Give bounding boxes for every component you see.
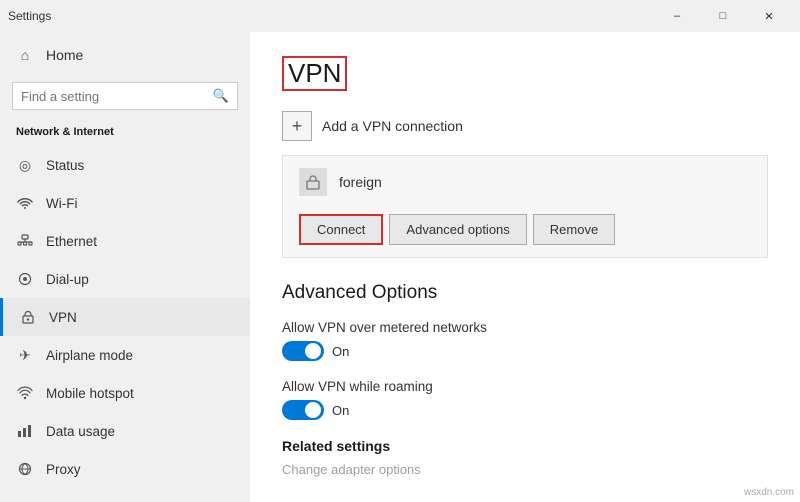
sidebar-home-label: Home [46, 47, 83, 63]
sidebar-item-label: Dial-up [46, 272, 89, 287]
advanced-options-title: Advanced Options [282, 282, 768, 304]
wifi-icon [16, 194, 34, 212]
sidebar-item-label: Airplane mode [46, 348, 133, 363]
sidebar-item-label: VPN [49, 310, 77, 325]
vpn-conn-name: foreign [339, 174, 382, 190]
vpn-connection-card: foreign Connect Advanced options Remove [282, 155, 768, 258]
titlebar: Settings – □ ✕ [0, 0, 800, 32]
sidebar-item-label: Proxy [46, 462, 81, 477]
toggle-roaming-switch[interactable] [282, 400, 324, 420]
maximize-button[interactable]: □ [700, 0, 746, 32]
sidebar-item-label: Status [46, 158, 84, 173]
content-area: VPN + Add a VPN connection foreign Conne… [250, 32, 800, 502]
sidebar-item-vpn[interactable]: VPN [0, 298, 250, 336]
toggle-roaming-control: On [282, 400, 768, 420]
toggle-roaming-state: On [332, 403, 349, 418]
sidebar-item-airplane[interactable]: ✈ Airplane mode [0, 336, 250, 374]
sidebar-section-title: Network & Internet [0, 120, 250, 146]
toggle-metered-control: On [282, 341, 768, 361]
add-vpn-label: Add a VPN connection [322, 118, 463, 134]
home-icon: ⌂ [16, 46, 34, 64]
toggle-roaming-label: Allow VPN while roaming [282, 379, 768, 394]
sidebar-item-status[interactable]: ◎ Status [0, 146, 250, 184]
add-vpn-icon: + [282, 111, 312, 141]
toggle-metered-row: Allow VPN over metered networks On [282, 320, 768, 361]
titlebar-title: Settings [8, 9, 654, 23]
ethernet-icon [16, 232, 34, 250]
app-container: ⌂ Home 🔍 Network & Internet ◎ Status Wi-… [0, 32, 800, 502]
watermark: wsxdn.com [744, 487, 794, 498]
toggle-roaming-row: Allow VPN while roaming On [282, 379, 768, 420]
sidebar-item-hotspot[interactable]: Mobile hotspot [0, 374, 250, 412]
hotspot-icon [16, 384, 34, 402]
sidebar-item-label: Wi-Fi [46, 196, 77, 211]
vpn-connection-header: foreign [299, 168, 751, 196]
connect-button[interactable]: Connect [299, 214, 383, 245]
toggle-metered-switch[interactable] [282, 341, 324, 361]
remove-button[interactable]: Remove [533, 214, 615, 245]
dialup-icon [16, 270, 34, 288]
vpn-conn-icon [299, 168, 327, 196]
advanced-options-button[interactable]: Advanced options [389, 214, 526, 245]
titlebar-controls: – □ ✕ [654, 0, 792, 32]
sidebar-item-ethernet[interactable]: Ethernet [0, 222, 250, 260]
sidebar-item-datausage[interactable]: Data usage [0, 412, 250, 450]
sidebar-item-home[interactable]: ⌂ Home [0, 32, 250, 78]
search-input[interactable] [21, 89, 213, 104]
close-button[interactable]: ✕ [746, 0, 792, 32]
sidebar: ⌂ Home 🔍 Network & Internet ◎ Status Wi-… [0, 32, 250, 502]
related-settings-title: Related settings [282, 438, 768, 454]
sidebar-search-box[interactable]: 🔍 [12, 82, 238, 110]
sidebar-item-proxy[interactable]: Proxy [0, 450, 250, 488]
change-adapter-link: Change adapter options [282, 462, 768, 477]
sidebar-item-label: Ethernet [46, 234, 97, 249]
datausage-icon [16, 422, 34, 440]
search-icon: 🔍 [213, 88, 229, 104]
airplane-icon: ✈ [16, 346, 34, 364]
vpn-actions: Connect Advanced options Remove [299, 206, 751, 257]
sidebar-item-dialup[interactable]: Dial-up [0, 260, 250, 298]
sidebar-item-label: Mobile hotspot [46, 386, 134, 401]
page-title: VPN [282, 56, 347, 91]
minimize-button[interactable]: – [654, 0, 700, 32]
sidebar-item-label: Data usage [46, 424, 115, 439]
add-vpn-row[interactable]: + Add a VPN connection [282, 111, 768, 141]
toggle-metered-state: On [332, 344, 349, 359]
sidebar-item-wifi[interactable]: Wi-Fi [0, 184, 250, 222]
status-icon: ◎ [16, 156, 34, 174]
proxy-icon [16, 460, 34, 478]
toggle-metered-label: Allow VPN over metered networks [282, 320, 768, 335]
vpn-icon [19, 308, 37, 326]
